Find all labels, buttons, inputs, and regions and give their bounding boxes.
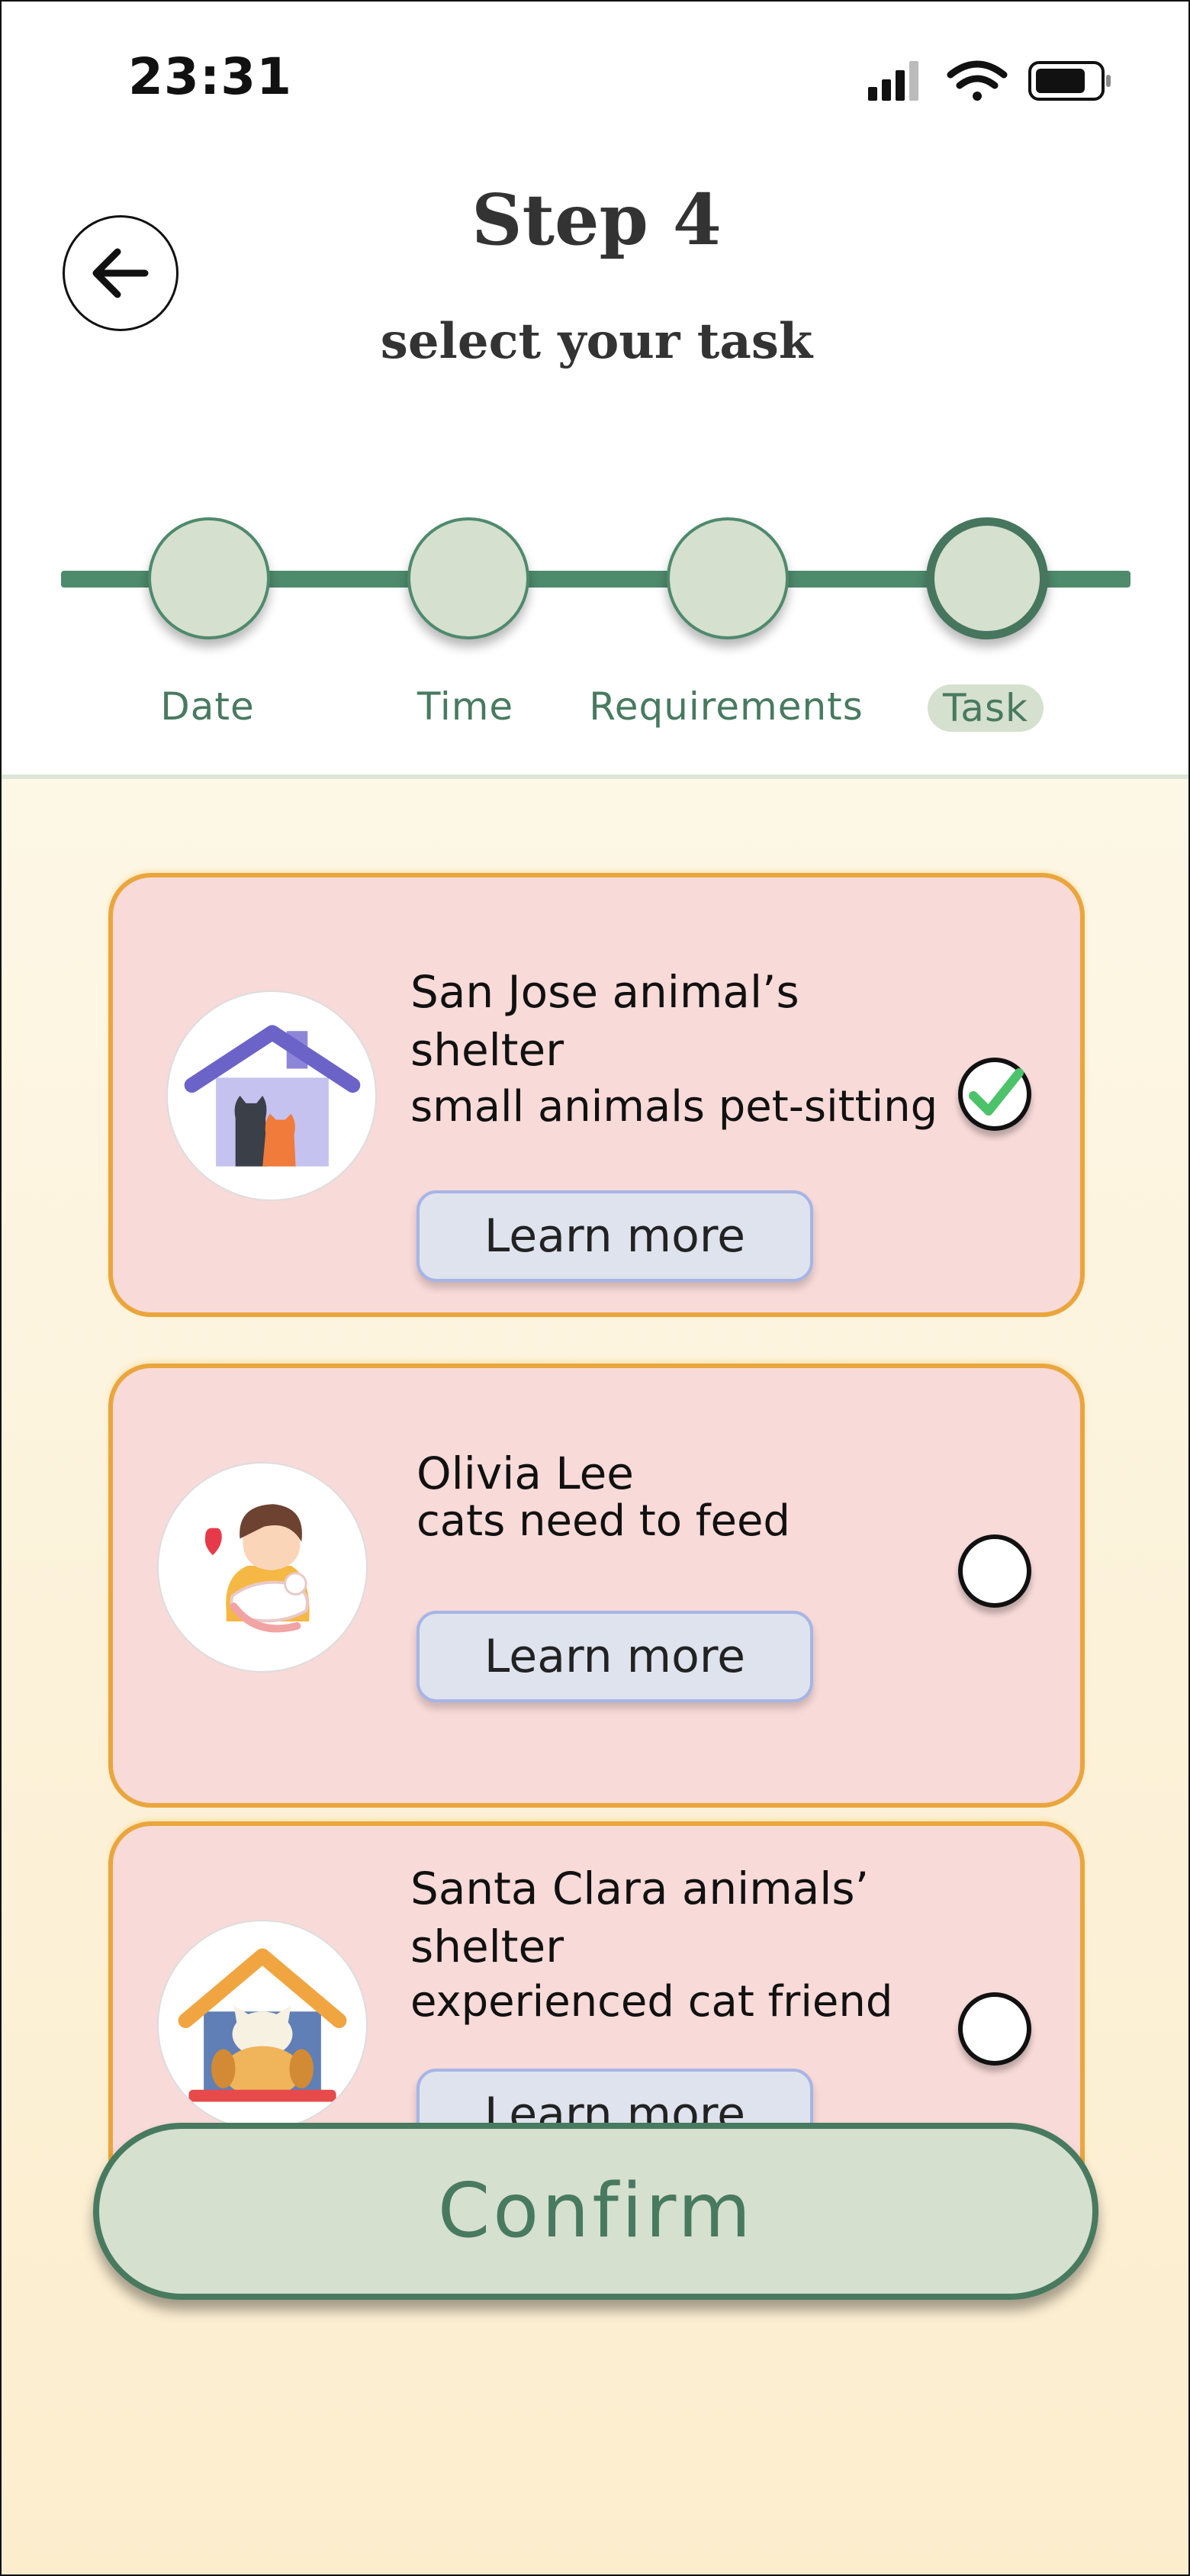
step-label-task: Task (928, 684, 1044, 732)
status-icons (868, 60, 1111, 101)
learn-more-button[interactable]: Learn more (416, 1611, 813, 1702)
signal-icon (868, 61, 918, 101)
step-label-requirements: Requirements (589, 684, 864, 729)
task-select-radio[interactable] (958, 1992, 1031, 2066)
checkmark-icon (969, 1068, 1024, 1116)
task-list-area[interactable]: San Jose animal’s shelter small animals … (2, 779, 1188, 2574)
task-title: Olivia Lee (416, 1447, 634, 1499)
task-description: experienced cat friend (410, 1977, 893, 2027)
wifi-icon (947, 60, 1008, 101)
learn-more-button[interactable]: Learn more (416, 1190, 813, 1282)
task-description: small animals pet-sitting (410, 1082, 938, 1132)
task-card-san-jose[interactable]: San Jose animal’s shelter small animals … (108, 873, 1085, 1317)
step-node-requirements[interactable] (667, 517, 789, 639)
battery-icon (1028, 61, 1111, 101)
shelter-house-icon (166, 990, 377, 1201)
task-select-radio[interactable] (958, 1058, 1031, 1131)
page-subtitle: select your task (380, 313, 813, 370)
step-label-date: Date (160, 684, 255, 729)
task-title: Santa Clara animals’ shelter (410, 1863, 870, 1972)
confirm-button[interactable]: Confirm (93, 2123, 1098, 2300)
person-hugging-cat-icon (157, 1462, 368, 1673)
step-node-task[interactable] (926, 517, 1048, 639)
step-node-time[interactable] (407, 517, 529, 639)
task-select-radio[interactable] (958, 1534, 1031, 1608)
task-card-olivia[interactable]: Olivia Lee cats need to feed Learn more (108, 1364, 1085, 1808)
step-label-time: Time (416, 684, 514, 729)
page-title: Step 4 (471, 179, 722, 261)
phone-frame: 23:31 Step 4 select your task Date Time (0, 0, 1190, 2576)
status-time: 23:31 (128, 47, 293, 106)
task-description: cats need to feed (416, 1496, 790, 1546)
step-node-date[interactable] (148, 517, 270, 639)
dog-house-icon (157, 1920, 368, 2130)
task-title: San Jose animal’s shelter (410, 966, 799, 1076)
